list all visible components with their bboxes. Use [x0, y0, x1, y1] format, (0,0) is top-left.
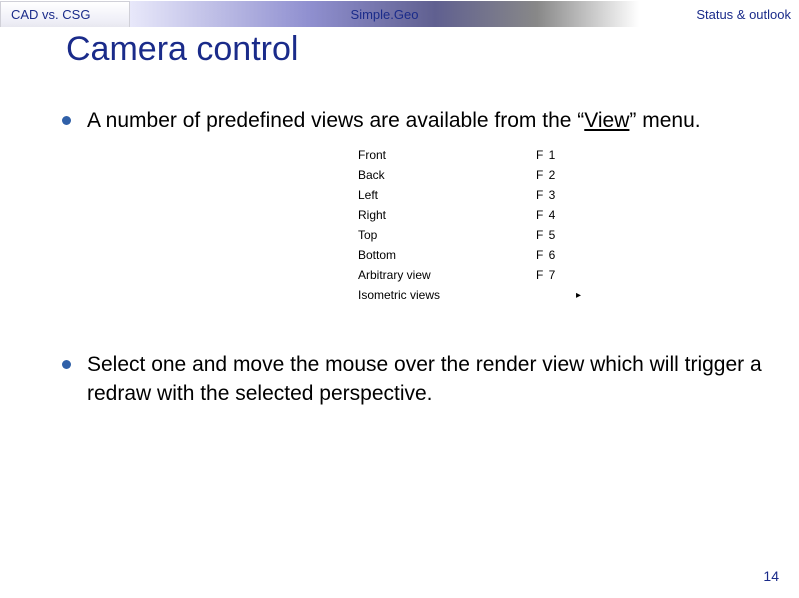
- bullet-text-2: Select one and move the mouse over the r…: [87, 351, 769, 408]
- bullet-item-1: A number of predefined views are availab…: [62, 107, 769, 135]
- menu-shortcut: F 1: [536, 148, 576, 162]
- menu-label: Top: [356, 228, 536, 242]
- tab-status-outlook[interactable]: Status & outlook: [639, 1, 799, 27]
- menu-label: Isometric views: [356, 288, 536, 302]
- page-title: Camera control: [66, 30, 799, 69]
- menu-item-arbitrary[interactable]: Arbitrary view F 7: [356, 265, 606, 285]
- page-number: 14: [763, 568, 779, 584]
- menu-label: Right: [356, 208, 536, 222]
- bullet-text-1: A number of predefined views are availab…: [87, 107, 701, 135]
- menu-shortcut: F 2: [536, 168, 576, 182]
- menu-label: Left: [356, 188, 536, 202]
- menu-shortcut: F 6: [536, 248, 576, 262]
- view-menu: Front F 1 Back F 2 Left F 3 Right F 4 To…: [356, 145, 606, 305]
- bullet-icon: [62, 360, 71, 369]
- view-menu-reference: View: [584, 109, 629, 132]
- bullet1-part-a: A number of predefined views are availab…: [87, 109, 584, 132]
- menu-item-right[interactable]: Right F 4: [356, 205, 606, 225]
- menu-item-isometric[interactable]: Isometric views ▸: [356, 285, 606, 305]
- menu-label: Back: [356, 168, 536, 182]
- menu-shortcut: F 5: [536, 228, 576, 242]
- menu-item-top[interactable]: Top F 5: [356, 225, 606, 245]
- tab-bar: CAD vs. CSG Simple.Geo Status & outlook: [0, 0, 799, 28]
- content-area: A number of predefined views are availab…: [0, 107, 799, 408]
- bullet-icon: [62, 116, 71, 125]
- menu-shortcut: F 4: [536, 208, 576, 222]
- menu-item-front[interactable]: Front F 1: [356, 145, 606, 165]
- tab-simple-geo[interactable]: Simple.Geo: [130, 1, 639, 27]
- menu-item-bottom[interactable]: Bottom F 6: [356, 245, 606, 265]
- menu-item-back[interactable]: Back F 2: [356, 165, 606, 185]
- menu-shortcut: F 7: [536, 268, 576, 282]
- tab-cad-vs-csg[interactable]: CAD vs. CSG: [0, 1, 130, 27]
- bullet-item-2: Select one and move the mouse over the r…: [62, 351, 769, 408]
- menu-shortcut: F 3: [536, 188, 576, 202]
- menu-item-left[interactable]: Left F 3: [356, 185, 606, 205]
- menu-label: Arbitrary view: [356, 268, 536, 282]
- bullet1-part-b: ” menu.: [629, 109, 700, 132]
- submenu-arrow-icon: ▸: [576, 290, 588, 301]
- menu-label: Front: [356, 148, 536, 162]
- menu-label: Bottom: [356, 248, 536, 262]
